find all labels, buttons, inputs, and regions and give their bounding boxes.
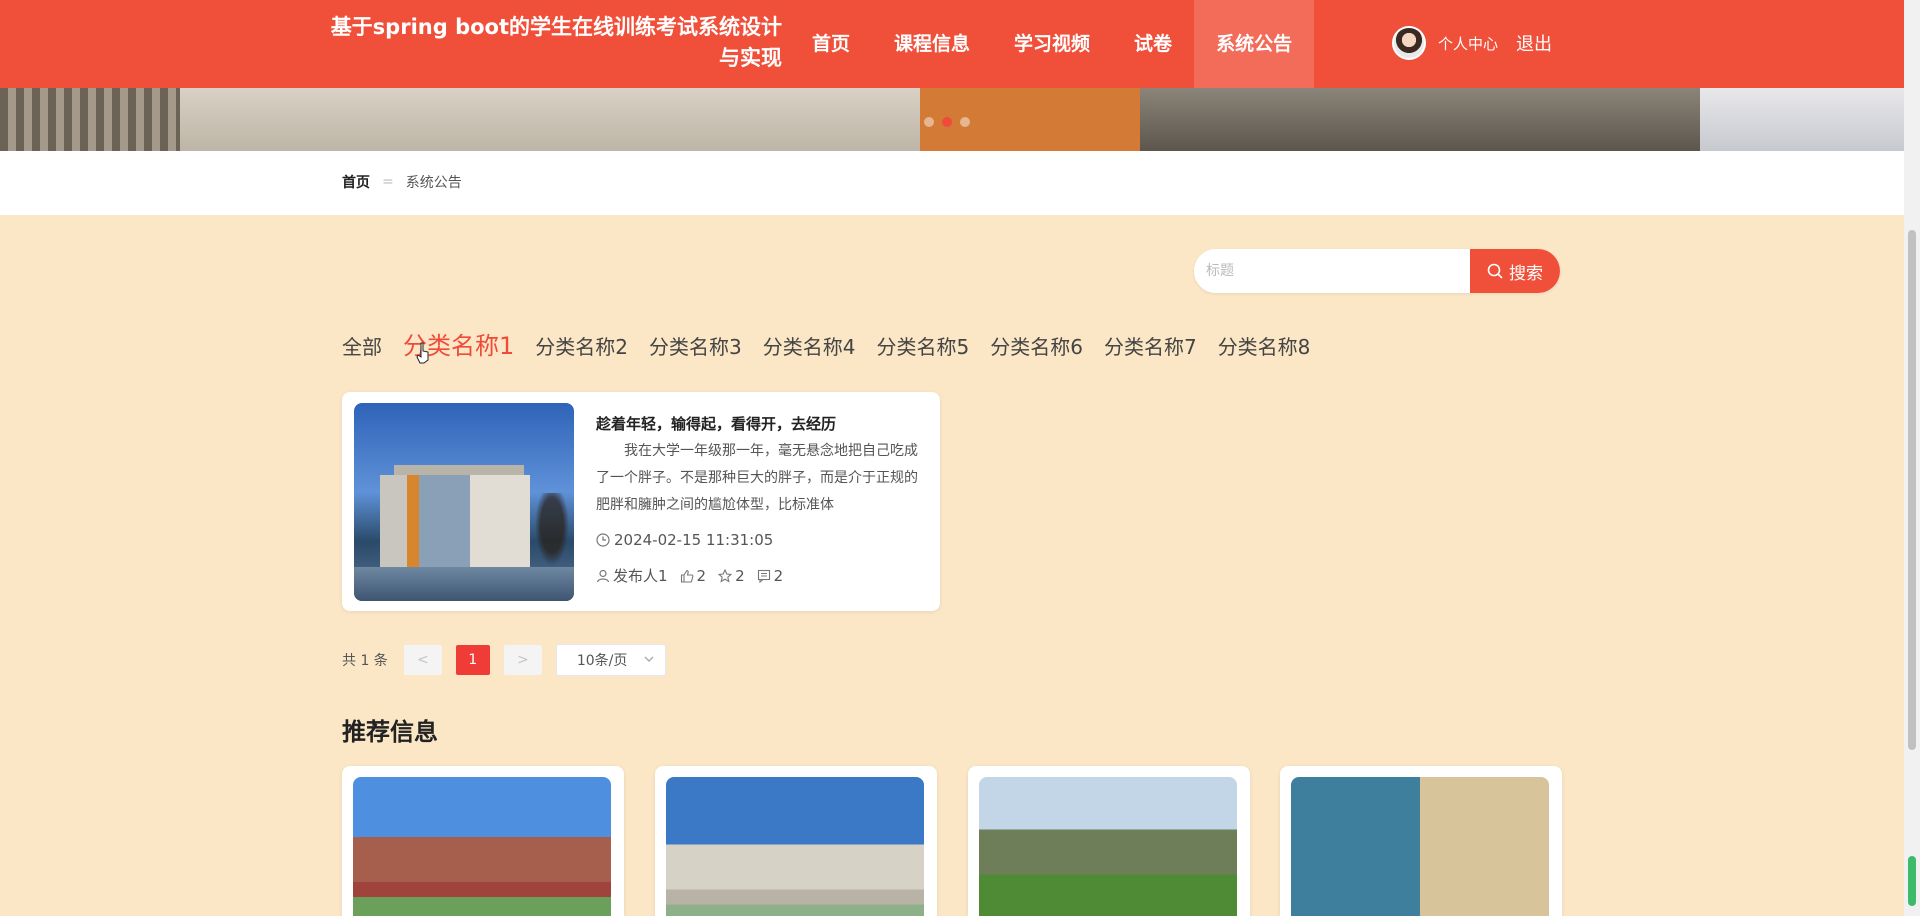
recommend-card[interactable] [655, 766, 937, 916]
breadcrumb-home[interactable]: 首页 [342, 172, 370, 192]
announcement-excerpt: 我在大学一年级那一年，毫无悬念地把自己吃成了一个胖子。不是那种巨大的胖子，而是介… [596, 443, 918, 513]
announcement-card[interactable]: 趁着年轻，输得起，看得开，去经历 我在大学一年级那一年，毫无悬念地把自己吃成了一… [342, 392, 940, 611]
announcement-time: 2024-02-15 11:31:05 [596, 531, 773, 549]
breadcrumb: 首页 = 系统公告 [342, 172, 462, 192]
pagination: 共 1 条 < 1 > 10条/页 [342, 644, 666, 676]
category-all[interactable]: 全部 [342, 331, 382, 360]
recommend-image[interactable] [979, 777, 1237, 916]
nav-exams[interactable]: 试卷 [1112, 0, 1194, 88]
recommend-card[interactable] [1280, 766, 1562, 916]
recommend-image[interactable] [353, 777, 611, 916]
breadcrumb-separator: = [382, 174, 394, 190]
carousel-dot[interactable] [960, 117, 970, 127]
comments-count: 2 [773, 566, 784, 585]
thumbs-up-icon [680, 569, 693, 583]
banner-image-segment [0, 88, 180, 151]
category-4[interactable]: 分类名称4 [763, 331, 856, 360]
user-area: 个人中心 退出 [1392, 26, 1552, 60]
search-input[interactable] [1194, 249, 1470, 293]
chevron-down-icon [644, 656, 654, 662]
scrollbar-thumb[interactable] [1908, 230, 1916, 750]
carousel-dot-active[interactable] [942, 117, 952, 127]
announcement-time-text: 2024-02-15 11:31:05 [614, 531, 774, 549]
banner-image-segment [1700, 88, 1904, 151]
site-title: 基于spring boot的学生在线训练考试系统设计与实现 [330, 15, 782, 70]
star-icon [718, 568, 733, 583]
user-center-link[interactable]: 个人中心 [1438, 33, 1498, 54]
author-name: 发布人1 [613, 567, 668, 585]
next-page-button[interactable]: > [503, 645, 542, 675]
category-tabs: 全部 分类名称1 分类名称2 分类名称3 分类名称4 分类名称5 分类名称6 分… [342, 326, 1331, 361]
category-8[interactable]: 分类名称8 [1218, 331, 1311, 360]
page-number-button[interactable]: 1 [455, 645, 490, 675]
recommend-card[interactable] [342, 766, 624, 916]
main-nav: 首页 课程信息 学习视频 试卷 系统公告 [790, 0, 1315, 88]
carousel-dots [924, 117, 970, 127]
nav-home[interactable]: 首页 [790, 0, 872, 88]
user-icon [596, 569, 610, 582]
image-detail [380, 475, 530, 571]
likes-meta: 2 [680, 566, 707, 585]
search-button-label: 搜索 [1509, 263, 1543, 284]
category-7[interactable]: 分类名称7 [1104, 331, 1197, 360]
banner-image-segment [1140, 88, 1700, 151]
favorites-count: 2 [735, 566, 745, 585]
announcement-title[interactable]: 趁着年轻，输得起，看得开，去经历 [596, 413, 836, 434]
favorites-meta: 2 [718, 567, 745, 585]
breadcrumb-current: 系统公告 [405, 175, 462, 191]
announcement-meta: 发布人1 2 2 2 [596, 565, 795, 586]
page-size-value: 10条/页 [576, 653, 628, 669]
banner-image-segment [180, 88, 920, 151]
search-button[interactable]: 搜索 [1470, 249, 1560, 293]
image-detail [354, 567, 574, 601]
nav-videos[interactable]: 学习视频 [992, 0, 1112, 88]
top-navbar: 基于spring boot的学生在线训练考试系统设计与实现 首页 课程信息 学习… [0, 0, 1904, 88]
author-meta: 发布人1 [596, 565, 668, 586]
category-5[interactable]: 分类名称5 [876, 331, 969, 360]
logout-link[interactable]: 退出 [1516, 30, 1552, 56]
category-3[interactable]: 分类名称3 [649, 331, 742, 360]
comments-meta: 2 [757, 566, 784, 585]
category-6[interactable]: 分类名称6 [990, 331, 1083, 360]
carousel-dot[interactable] [924, 117, 934, 127]
announcement-image[interactable] [354, 403, 574, 601]
likes-count: 2 [696, 566, 707, 585]
search-icon [1487, 263, 1503, 279]
hand-cursor-icon [416, 342, 429, 364]
comment-icon [757, 569, 770, 583]
recommend-image[interactable] [666, 777, 924, 916]
avatar[interactable] [1392, 26, 1426, 60]
breadcrumb-bar: 首页 = 系统公告 [0, 151, 1904, 215]
clock-icon [596, 533, 610, 547]
category-2[interactable]: 分类名称2 [535, 331, 628, 360]
nav-announcements[interactable]: 系统公告 [1194, 0, 1315, 88]
image-detail [532, 493, 572, 573]
pagination-total: 共 1 条 [342, 653, 388, 669]
scroll-indicator [1908, 856, 1916, 906]
recommend-image[interactable] [1291, 777, 1549, 916]
nav-courses[interactable]: 课程信息 [872, 0, 992, 88]
page-size-select[interactable]: 10条/页 [555, 644, 666, 676]
recommend-card[interactable] [968, 766, 1250, 916]
search-box: 搜索 [1194, 249, 1560, 293]
prev-page-button[interactable]: < [403, 645, 442, 675]
recommend-section-title: 推荐信息 [342, 718, 438, 746]
